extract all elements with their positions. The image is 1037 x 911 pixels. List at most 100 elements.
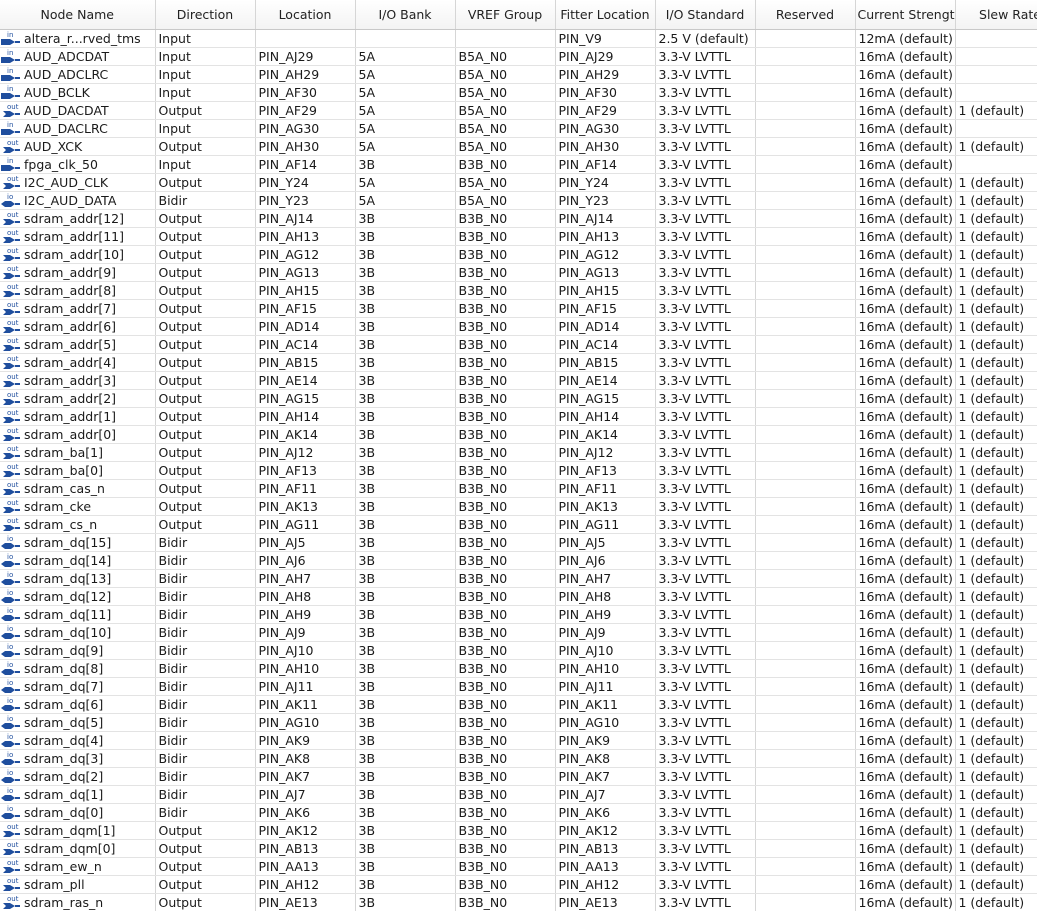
location-cell[interactable] — [255, 29, 356, 48]
table-row[interactable]: out sdram_addr[12] Output PIN_AJ14 3B B3B_N0 P… — [0, 209, 1037, 228]
column-header-io-standard[interactable]: I/O Standard — [655, 0, 756, 30]
location-cell[interactable]: PIN_AF11 — [255, 479, 356, 498]
table-row[interactable]: io sdram_dq[12] Bidir PIN_AH8 3B B3B_N0 PIN_AH… — [0, 587, 1037, 606]
location-cell[interactable]: PIN_AK7 — [255, 767, 356, 786]
table-row[interactable]: io sdram_dq[13] Bidir PIN_AH7 3B B3B_N0 PIN_AH… — [0, 569, 1037, 588]
reserved-cell[interactable] — [755, 119, 856, 138]
table-row[interactable]: io sdram_dq[1] Bidir PIN_AJ7 3B B3B_N0 PIN_AJ7… — [0, 785, 1037, 804]
io-standard-cell[interactable]: 3.3-V LVTTL — [655, 587, 756, 606]
io-bank-cell[interactable]: 3B — [355, 839, 456, 858]
io-bank-cell[interactable]: 5A — [355, 119, 456, 138]
vref-group-cell[interactable]: B3B_N0 — [455, 317, 556, 336]
direction-cell[interactable]: Output — [155, 425, 256, 444]
io-bank-cell[interactable]: 3B — [355, 803, 456, 822]
slew-rate-cell[interactable]: 1 (default) — [955, 101, 1037, 120]
direction-cell[interactable]: Bidir — [155, 767, 256, 786]
direction-cell[interactable]: Output — [155, 299, 256, 318]
column-header-direction[interactable]: Direction — [155, 0, 256, 30]
table-row[interactable]: io sdram_dq[14] Bidir PIN_AJ6 3B B3B_N0 PIN_AJ… — [0, 551, 1037, 570]
direction-cell[interactable]: Bidir — [155, 713, 256, 732]
reserved-cell[interactable] — [755, 749, 856, 768]
direction-cell[interactable]: Output — [155, 407, 256, 426]
io-standard-cell[interactable]: 3.3-V LVTTL — [655, 317, 756, 336]
io-bank-cell[interactable]: 3B — [355, 497, 456, 516]
reserved-cell[interactable] — [755, 29, 856, 48]
reserved-cell[interactable] — [755, 731, 856, 750]
io-standard-cell[interactable]: 3.3-V LVTTL — [655, 785, 756, 804]
current-strength-cell[interactable]: 16mA (default) — [855, 407, 956, 426]
direction-cell[interactable]: Output — [155, 479, 256, 498]
reserved-cell[interactable] — [755, 227, 856, 246]
fitter-location-cell[interactable]: PIN_AA13 — [555, 857, 656, 876]
slew-rate-cell[interactable]: 1 (default) — [955, 641, 1037, 660]
io-bank-cell[interactable]: 3B — [355, 371, 456, 390]
direction-cell[interactable]: Output — [155, 515, 256, 534]
slew-rate-cell[interactable]: 1 (default) — [955, 569, 1037, 588]
fitter-location-cell[interactable]: PIN_AD14 — [555, 317, 656, 336]
fitter-location-cell[interactable]: PIN_AK9 — [555, 731, 656, 750]
current-strength-cell[interactable]: 16mA (default) — [855, 785, 956, 804]
vref-group-cell[interactable]: B3B_N0 — [455, 569, 556, 588]
io-standard-cell[interactable]: 3.3-V LVTTL — [655, 371, 756, 390]
table-row[interactable]: io sdram_dq[11] Bidir PIN_AH9 3B B3B_N0 PIN_AH… — [0, 605, 1037, 624]
slew-rate-cell[interactable]: 1 (default) — [955, 659, 1037, 678]
table-row[interactable]: out sdram_addr[6] Output PIN_AD14 3B B3B_N0 PI… — [0, 317, 1037, 336]
table-row[interactable]: io sdram_dq[6] Bidir PIN_AK11 3B B3B_N0 PIN_AK… — [0, 695, 1037, 714]
fitter-location-cell[interactable]: PIN_Y23 — [555, 191, 656, 210]
table-row[interactable]: out sdram_ras_n Output PIN_AE13 3B B3B_N0 PIN_… — [0, 893, 1037, 911]
location-cell[interactable]: PIN_AJ10 — [255, 641, 356, 660]
fitter-location-cell[interactable]: PIN_AJ5 — [555, 533, 656, 552]
io-bank-cell[interactable]: 3B — [355, 857, 456, 876]
io-standard-cell[interactable]: 3.3-V LVTTL — [655, 821, 756, 840]
vref-group-cell[interactable]: B3B_N0 — [455, 443, 556, 462]
column-header-io-bank[interactable]: I/O Bank — [355, 0, 456, 30]
fitter-location-cell[interactable]: PIN_AF11 — [555, 479, 656, 498]
fitter-location-cell[interactable]: PIN_AK7 — [555, 767, 656, 786]
table-row[interactable]: out sdram_addr[1] Output PIN_AH14 3B B3B_N0 PI… — [0, 407, 1037, 426]
node-name-cell[interactable]: in AUD_ADCDAT — [0, 47, 156, 66]
io-bank-cell[interactable]: 3B — [355, 335, 456, 354]
vref-group-cell[interactable]: B3B_N0 — [455, 803, 556, 822]
node-name-cell[interactable]: io sdram_dq[14] — [0, 551, 156, 570]
vref-group-cell[interactable]: B3B_N0 — [455, 587, 556, 606]
direction-cell[interactable]: Output — [155, 281, 256, 300]
slew-rate-cell[interactable]: 1 (default) — [955, 407, 1037, 426]
node-name-cell[interactable]: out sdram_addr[9] — [0, 263, 156, 282]
io-bank-cell[interactable]: 3B — [355, 533, 456, 552]
direction-cell[interactable]: Bidir — [155, 605, 256, 624]
io-bank-cell[interactable]: 3B — [355, 605, 456, 624]
reserved-cell[interactable] — [755, 533, 856, 552]
io-standard-cell[interactable]: 3.3-V LVTTL — [655, 353, 756, 372]
io-bank-cell[interactable]: 3B — [355, 641, 456, 660]
node-name-cell[interactable]: io sdram_dq[15] — [0, 533, 156, 552]
node-name-cell[interactable]: out sdram_addr[11] — [0, 227, 156, 246]
direction-cell[interactable]: Input — [155, 47, 256, 66]
direction-cell[interactable]: Bidir — [155, 659, 256, 678]
slew-rate-cell[interactable]: 1 (default) — [955, 317, 1037, 336]
vref-group-cell[interactable]: B3B_N0 — [455, 209, 556, 228]
current-strength-cell[interactable]: 16mA (default) — [855, 587, 956, 606]
location-cell[interactable]: PIN_AH8 — [255, 587, 356, 606]
fitter-location-cell[interactable]: PIN_AK12 — [555, 821, 656, 840]
node-name-cell[interactable]: io I2C_AUD_DATA — [0, 191, 156, 210]
fitter-location-cell[interactable]: PIN_AH13 — [555, 227, 656, 246]
table-row[interactable]: out sdram_addr[9] Output PIN_AG13 3B B3B_N0 PI… — [0, 263, 1037, 282]
table-row[interactable]: in AUD_ADCDAT Input PIN_AJ29 5A B5A_N0 PIN_AJ2… — [0, 47, 1037, 66]
table-row[interactable]: out sdram_addr[3] Output PIN_AE14 3B B3B_N0 PI… — [0, 371, 1037, 390]
io-bank-cell[interactable]: 3B — [355, 299, 456, 318]
io-bank-cell[interactable]: 5A — [355, 191, 456, 210]
current-strength-cell[interactable]: 16mA (default) — [855, 659, 956, 678]
io-bank-cell[interactable]: 5A — [355, 101, 456, 120]
slew-rate-cell[interactable]: 1 (default) — [955, 695, 1037, 714]
node-name-cell[interactable]: io sdram_dq[11] — [0, 605, 156, 624]
table-row[interactable]: out sdram_pll Output PIN_AH12 3B B3B_N0 PIN_AH… — [0, 875, 1037, 894]
node-name-cell[interactable]: io sdram_dq[4] — [0, 731, 156, 750]
io-bank-cell[interactable]: 3B — [355, 785, 456, 804]
node-name-cell[interactable]: out sdram_ew_n — [0, 857, 156, 876]
direction-cell[interactable]: Output — [155, 263, 256, 282]
direction-cell[interactable]: Bidir — [155, 641, 256, 660]
reserved-cell[interactable] — [755, 821, 856, 840]
table-row[interactable]: out AUD_XCK Output PIN_AH30 5A B5A_N0 PIN_AH30… — [0, 137, 1037, 156]
location-cell[interactable]: PIN_AB13 — [255, 839, 356, 858]
column-header-reserved[interactable]: Reserved — [755, 0, 856, 30]
